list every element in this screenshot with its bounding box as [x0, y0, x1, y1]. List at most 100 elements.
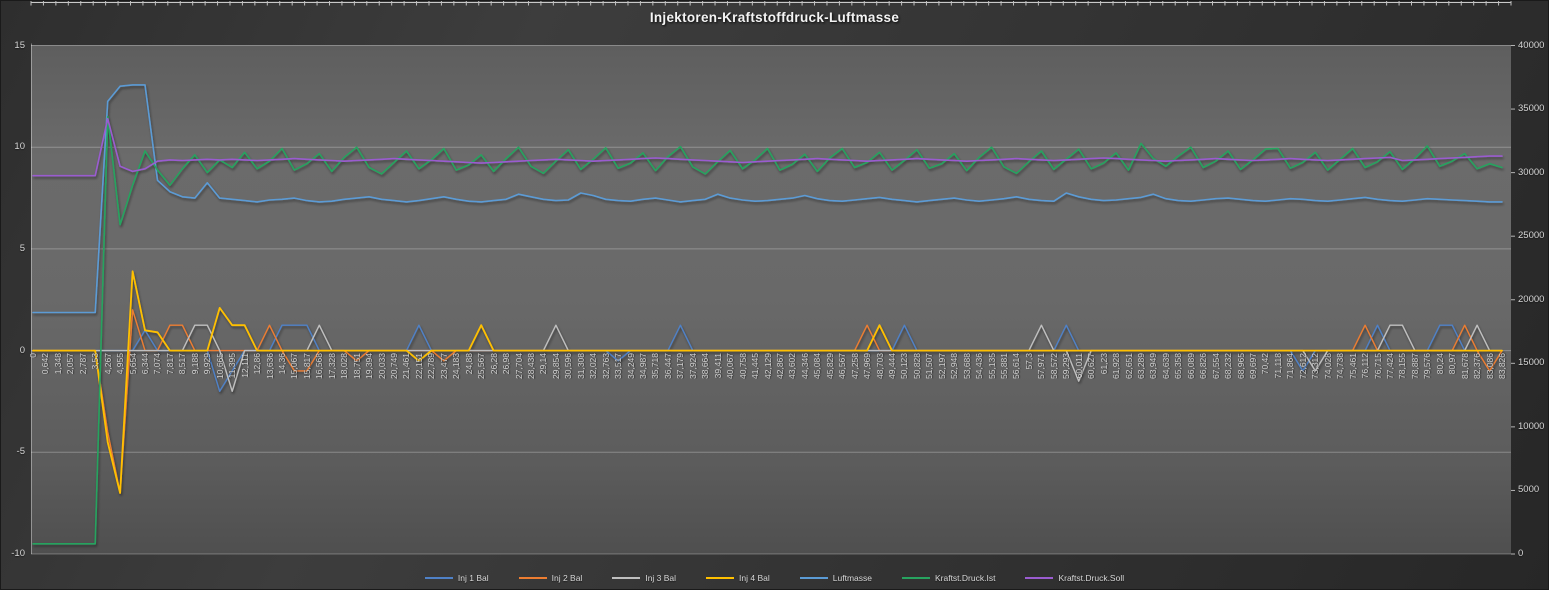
plot-area	[1, 1, 1549, 590]
legend-line-swatch	[519, 577, 547, 579]
x-axis-label: 64,639	[1160, 353, 1172, 413]
x-axis-label: 50,123	[898, 353, 910, 413]
legend[interactable]: Inj 1 Bal Inj 2 Bal Inj 3 Bal Inj 4 Bal Luft…	[1, 573, 1548, 583]
right-axis-label: 35000	[1518, 103, 1544, 114]
x-axis-label: 0	[27, 353, 39, 413]
x-axis-label: 71,118	[1272, 353, 1284, 413]
x-axis-label: 66,089	[1185, 353, 1197, 413]
x-axis-label: 26,28	[488, 353, 500, 413]
x-axis-label: 4,955	[114, 353, 126, 413]
x-axis-label: 81,678	[1459, 353, 1471, 413]
series-line-luftmasse[interactable]	[33, 85, 1502, 313]
legend-line-swatch	[1025, 577, 1053, 579]
x-axis-label: 18,028	[338, 353, 350, 413]
legend-label: Inj 1 Bal	[458, 573, 489, 583]
x-axis-label: 42,129	[762, 353, 774, 413]
x-axis-label: 61,23	[1098, 353, 1110, 413]
x-axis-label: 46,567	[836, 353, 848, 413]
x-axis-label: 83,086	[1484, 353, 1496, 413]
left-axis-label: 15	[1, 40, 25, 51]
x-axis-label: 45,829	[824, 353, 836, 413]
x-axis-label: 9,188	[189, 353, 201, 413]
x-axis-label: 5,654	[127, 353, 139, 413]
left-axis-label: 0	[1, 345, 25, 356]
x-axis-label: 6,344	[139, 353, 151, 413]
legend-item-inj-4-bal[interactable]: Inj 4 Bal	[706, 573, 770, 583]
x-axis-label: 40,758	[737, 353, 749, 413]
x-axis-label: 45,084	[811, 353, 823, 413]
right-axis-label: 5000	[1518, 484, 1539, 495]
legend-item-luftmasse[interactable]: Luftmasse	[800, 573, 872, 583]
right-axis-label: 15000	[1518, 357, 1544, 368]
x-axis-label: 66,826	[1197, 353, 1209, 413]
x-axis-label: 8,517	[176, 353, 188, 413]
legend-item-kraftst-druck-ist[interactable]: Kraftst.Druck.Ist	[902, 573, 995, 583]
legend-item-inj-3-bal[interactable]: Inj 3 Bal	[612, 573, 676, 583]
x-axis-label: 50,828	[911, 353, 923, 413]
x-axis-label: 60,011	[1073, 353, 1085, 413]
x-axis-label: 11,395	[226, 353, 238, 413]
x-axis-label: 47,969	[861, 353, 873, 413]
x-axis-label: 36,447	[662, 353, 674, 413]
x-axis-label: 70,42	[1259, 353, 1271, 413]
x-axis-label: 79,576	[1421, 353, 1433, 413]
legend-item-inj-2-bal[interactable]: Inj 2 Bal	[519, 573, 583, 583]
x-axis-label: 2,057	[64, 353, 76, 413]
legend-item-kraftst-druck-soll[interactable]: Kraftst.Druck.Soll	[1025, 573, 1124, 583]
legend-line-swatch	[706, 577, 734, 579]
x-axis-label: 30,596	[562, 353, 574, 413]
x-axis-label: 0,642	[39, 353, 51, 413]
series-line-kraftst-druck-ist[interactable]	[33, 117, 1502, 544]
x-axis-label: 82,376	[1471, 353, 1483, 413]
x-axis-label: 25,567	[475, 353, 487, 413]
x-axis-label: 69,697	[1247, 353, 1259, 413]
legend-label: Kraftst.Druck.Ist	[935, 573, 995, 583]
x-axis-label: 73,312	[1309, 353, 1321, 413]
x-axis-label: 32,763	[600, 353, 612, 413]
x-axis-label: 65,358	[1172, 353, 1184, 413]
x-axis-label: 48,703	[874, 353, 886, 413]
x-axis-label: 57,3	[1023, 353, 1035, 413]
x-axis-label: 80,24	[1434, 353, 1446, 413]
x-axis-label: 24,88	[463, 353, 475, 413]
x-axis-label: 62,651	[1123, 353, 1135, 413]
x-axis-label: 39,411	[712, 353, 724, 413]
x-axis-label: 57,971	[1035, 353, 1047, 413]
chart-container[interactable]: Injektoren-Kraftstoffdruck-Luftmasse 151…	[0, 0, 1549, 590]
x-axis-label: 13,636	[264, 353, 276, 413]
x-axis-label: 15,067	[288, 353, 300, 413]
x-axis-label: 20,033	[376, 353, 388, 413]
x-axis-label: 74,028	[1322, 353, 1334, 413]
x-axis-label: 67,554	[1210, 353, 1222, 413]
x-axis-label: 22,151	[413, 353, 425, 413]
x-axis-label: 41,445	[749, 353, 761, 413]
x-axis-label: 76,112	[1359, 353, 1371, 413]
x-axis-label: 12,111	[239, 353, 251, 413]
legend-label: Kraftst.Druck.Soll	[1058, 573, 1124, 583]
x-axis-label: 43,602	[786, 353, 798, 413]
x-axis-label: 42,867	[774, 353, 786, 413]
x-axis-label: 38,664	[699, 353, 711, 413]
left-axis-label: -10	[1, 548, 25, 559]
x-axis-label: 27,704	[513, 353, 525, 413]
x-axis-label: 71,864	[1284, 353, 1296, 413]
x-axis-label: 14,36	[276, 353, 288, 413]
x-axis-label: 34,249	[625, 353, 637, 413]
legend-label: Luftmasse	[833, 573, 872, 583]
x-axis-label: 55,135	[986, 353, 998, 413]
left-axis-label: 5	[1, 243, 25, 254]
legend-item-inj-1-bal[interactable]: Inj 1 Bal	[425, 573, 489, 583]
x-axis-label: 7,074	[151, 353, 163, 413]
legend-line-swatch	[425, 577, 453, 579]
x-axis-label: 7,817	[164, 353, 176, 413]
left-axis-label: -5	[1, 446, 25, 457]
x-axis-label: 21,461	[400, 353, 412, 413]
x-axis-label: 56,614	[1010, 353, 1022, 413]
x-axis-label: 78,887	[1409, 353, 1421, 413]
x-axis-label: 32,024	[587, 353, 599, 413]
x-axis-label: 76,715	[1372, 353, 1384, 413]
left-axis-label: 10	[1, 141, 25, 152]
x-axis-label: 58,572	[1048, 353, 1060, 413]
legend-label: Inj 2 Bal	[552, 573, 583, 583]
x-axis-label: 72,612	[1297, 353, 1309, 413]
